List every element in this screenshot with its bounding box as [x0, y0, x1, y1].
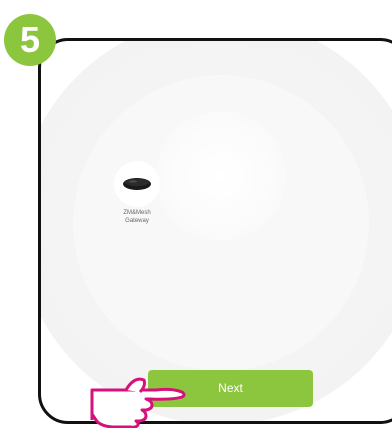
- device-name-label: ZM&Mesh Gateway: [123, 210, 151, 224]
- radar-ring-inner: [156, 111, 286, 241]
- device-icon-container: [114, 161, 160, 207]
- step-number-badge: 5: [4, 14, 56, 66]
- hand-pointer-icon: [90, 377, 186, 428]
- gateway-hub-icon: [123, 178, 151, 190]
- tutorial-stage: 5 ZM&Mesh Gateway Next: [0, 0, 392, 432]
- scanning-radar: [41, 41, 392, 421]
- found-device[interactable]: ZM&Mesh Gateway: [107, 161, 167, 225]
- phone-screen: ZM&Mesh Gateway: [38, 38, 392, 424]
